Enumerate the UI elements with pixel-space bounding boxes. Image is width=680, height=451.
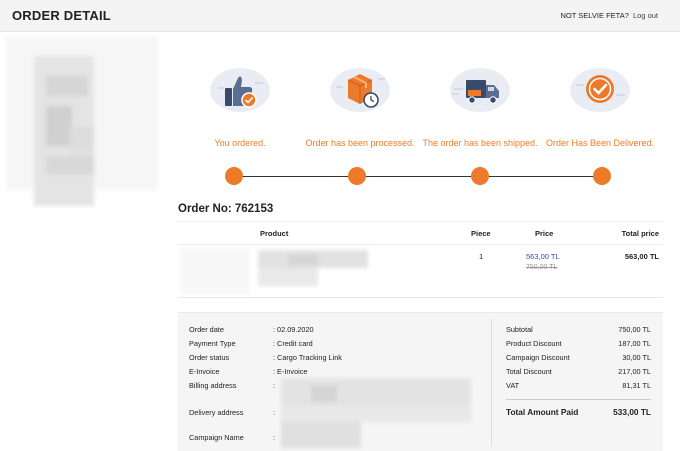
step-label: Order has been processed. bbox=[305, 138, 415, 148]
total-value: 217,00 TL bbox=[618, 367, 651, 376]
column-piece: Piece bbox=[471, 229, 491, 238]
package-clock-icon bbox=[330, 68, 390, 112]
total-key: Product Discount bbox=[506, 339, 562, 348]
total-value: 750,00 TL bbox=[618, 325, 651, 334]
address-redacted bbox=[281, 378, 471, 448]
e-invoice-link[interactable]: : E-Invoice bbox=[273, 367, 307, 376]
user-name: NOT SELVIE FETA? bbox=[560, 11, 629, 20]
totals-separator bbox=[506, 399, 651, 400]
products-table-header: Product Piece Price Total price bbox=[178, 221, 663, 245]
product-name-redacted bbox=[258, 250, 368, 288]
logout-link[interactable]: Log out bbox=[633, 11, 658, 20]
total-key: Total Discount bbox=[506, 367, 552, 376]
detail-key: Payment Type bbox=[189, 339, 236, 348]
order-number: Order No: 762153 bbox=[178, 203, 274, 215]
grand-total-key: Total Amount Paid bbox=[506, 407, 579, 417]
top-bar: ORDER DETAIL NOT SELVIE FETA? Log out bbox=[0, 0, 680, 32]
grand-total-value: 533,00 TL bbox=[613, 407, 651, 417]
total-key: Campaign Discount bbox=[506, 353, 570, 362]
detail-value: : bbox=[273, 408, 276, 417]
order-summary: Order date : 02.09.2020 Payment Type : C… bbox=[178, 312, 663, 451]
step-dot-3 bbox=[471, 167, 489, 185]
total-row-campaign-discount: Campaign Discount 30,00 TL bbox=[506, 353, 651, 365]
column-price: Price bbox=[535, 229, 554, 238]
step-dot-4 bbox=[593, 167, 611, 185]
detail-key: Billing address bbox=[189, 381, 237, 390]
detail-key: E-Invoice bbox=[189, 367, 220, 376]
progress-track bbox=[232, 176, 604, 177]
product-piece: 1 bbox=[479, 252, 484, 261]
user-area: NOT SELVIE FETA? Log out bbox=[561, 11, 658, 20]
total-row-total-discount: Total Discount 217,00 TL bbox=[506, 367, 651, 379]
step-label: The order has been shipped. bbox=[422, 138, 538, 148]
product-image-redacted bbox=[180, 248, 250, 294]
detail-value: : bbox=[273, 381, 276, 390]
step-dot-2 bbox=[348, 167, 366, 185]
detail-value: : bbox=[273, 433, 276, 442]
column-product: Product bbox=[260, 229, 289, 238]
total-row-amount-paid: Total Amount Paid 533,00 TL bbox=[506, 407, 651, 419]
thumbs-up-icon bbox=[210, 68, 270, 112]
total-row-subtotal: Subtotal 750,00 TL bbox=[506, 325, 651, 337]
total-row-product-discount: Product Discount 187,00 TL bbox=[506, 339, 651, 351]
step-label: Order Has Been Delivered. bbox=[545, 138, 655, 148]
summary-divider bbox=[491, 319, 492, 447]
product-total: 563,00 TL bbox=[624, 252, 659, 261]
total-row-vat: VAT 81,31 TL bbox=[506, 381, 651, 393]
page-title: ORDER DETAIL bbox=[12, 8, 111, 23]
total-key: Subtotal bbox=[506, 325, 533, 334]
total-key: VAT bbox=[506, 381, 520, 390]
cargo-tracking-link[interactable]: : Cargo Tracking Link bbox=[273, 353, 342, 362]
step-dot-1 bbox=[225, 167, 243, 185]
detail-value: : 02.09.2020 bbox=[273, 325, 314, 334]
product-price: 563,00 TL bbox=[526, 252, 560, 261]
product-old-price: 750,00 TL bbox=[526, 264, 558, 271]
detail-value: : Credit card bbox=[273, 339, 313, 348]
detail-key: Order date bbox=[189, 325, 224, 334]
check-circle-icon bbox=[570, 68, 630, 112]
total-value: 81,31 TL bbox=[622, 381, 651, 390]
total-value: 30,00 TL bbox=[622, 353, 651, 362]
delivery-truck-icon bbox=[450, 68, 510, 112]
step-label: You ordered. bbox=[214, 138, 266, 148]
detail-key: Delivery address bbox=[189, 408, 244, 417]
table-row: 1 563,00 TL 750,00 TL 563,00 TL bbox=[178, 246, 663, 298]
column-total-price: Total price bbox=[621, 229, 659, 238]
detail-key: Campaign Name bbox=[189, 433, 244, 442]
total-value: 187,00 TL bbox=[618, 339, 651, 348]
sidebar-redacted bbox=[6, 36, 158, 206]
order-progress: You ordered. Order has been processed. T bbox=[180, 58, 660, 193]
detail-key: Order status bbox=[189, 353, 230, 362]
